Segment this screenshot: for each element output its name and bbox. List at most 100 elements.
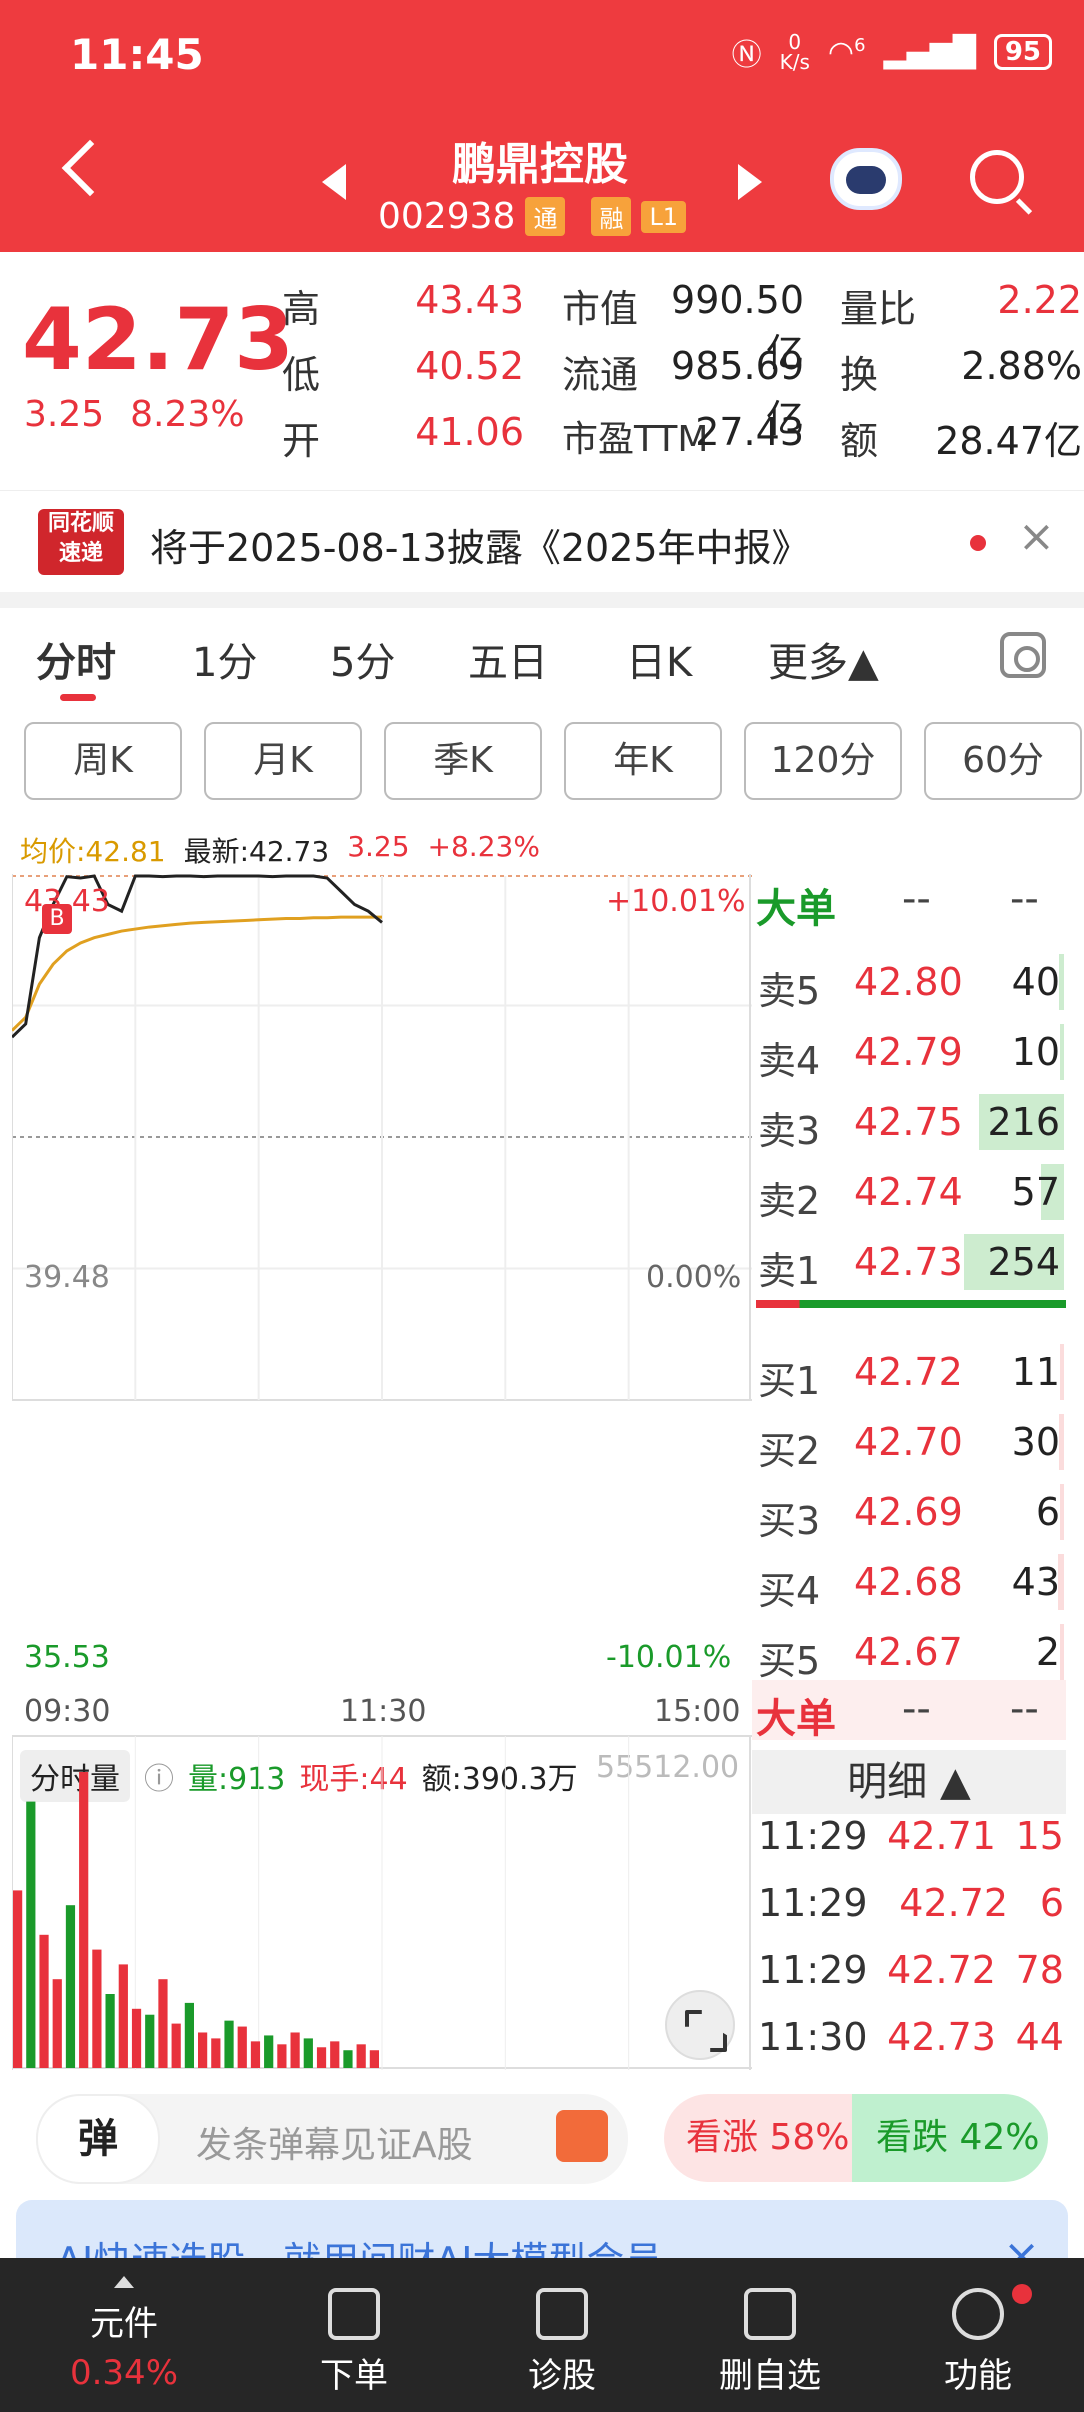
detail-row: 11:29 42.72 78: [758, 1948, 1064, 1992]
amount-label: 额: [840, 419, 879, 463]
tab-more[interactable]: 更多▲: [768, 630, 879, 688]
detail-price: 42.72: [887, 1948, 996, 1992]
net-speed: 0 K/s: [779, 30, 810, 74]
tab-daily-k[interactable]: 日K: [626, 630, 692, 688]
wifi-icon: ◠6: [827, 34, 866, 70]
ths-express-logo: 同花顺 速递: [38, 509, 124, 575]
tab-5min[interactable]: 5分: [330, 630, 395, 688]
tab-5day[interactable]: 五日: [468, 630, 548, 688]
nav-sector[interactable]: 元件 0.34%: [54, 2258, 194, 2393]
minus-icon: [744, 2288, 796, 2340]
volume-bar: [224, 2020, 234, 2068]
tag-l1: L1: [641, 200, 687, 233]
detail-time: 11:30: [758, 2015, 868, 2059]
high-value: 43.43: [415, 278, 524, 322]
settings-icon[interactable]: [1000, 632, 1046, 678]
level-volume: 30: [1011, 1420, 1060, 1464]
status-time: 11:45: [70, 30, 204, 79]
sector-percent: 0.34%: [69, 2353, 178, 2393]
volume-bar: [303, 2038, 313, 2068]
volume-bar: [79, 1772, 89, 2068]
announcement-bar[interactable]: 同花顺 速递 将于2025-08-13披露《2025年中报》 ×: [0, 490, 1084, 590]
volume-bar: [316, 2047, 327, 2068]
avg-price: 均价:42.81: [20, 835, 166, 868]
order-icon: [328, 2288, 380, 2340]
ask-row[interactable]: 卖2 42.74 57: [752, 1160, 1066, 1224]
ask-row[interactable]: 卖4 42.79 10: [752, 1020, 1066, 1084]
ask-row[interactable]: 卖1 42.73 254: [752, 1230, 1066, 1294]
barrage-input[interactable]: 弹 发条弹幕见证A股: [36, 2094, 628, 2184]
big-order-row: 大单 -- --: [756, 876, 1039, 932]
buy-sell-ratio-bar: [756, 1300, 1066, 1308]
tab-timeshare[interactable]: 分时: [36, 630, 116, 688]
ask-depth-bar: [1060, 1024, 1064, 1080]
bid-row[interactable]: 买1 42.72 11: [752, 1340, 1066, 1404]
level-price: 42.70: [854, 1420, 963, 1464]
vote-down-button[interactable]: 看跌 42%: [852, 2094, 1048, 2182]
back-icon[interactable]: [61, 139, 119, 197]
level-price: 42.74: [854, 1170, 963, 1214]
detail-row: 11:30 42.73 44: [758, 2015, 1064, 2059]
period-monthly[interactable]: 月K: [204, 722, 362, 800]
level-label: 卖3: [758, 1109, 821, 1153]
unread-dot: [970, 535, 986, 551]
gift-icon[interactable]: [556, 2110, 608, 2162]
big-order-row-2: 大单 -- --: [752, 1680, 1066, 1742]
volume-bar: [158, 1979, 168, 2068]
nav-diagnose[interactable]: 诊股: [492, 2258, 632, 2397]
bid-row[interactable]: 买5 42.67 2: [752, 1620, 1066, 1684]
period-60min[interactable]: 60分: [924, 722, 1082, 800]
change-amount: 3.25: [24, 394, 105, 435]
search-icon[interactable]: [970, 150, 1024, 204]
announcement-text[interactable]: 将于2025-08-13披露《2025年中报》: [150, 517, 810, 572]
up-arrow-icon: [114, 2276, 134, 2288]
bid-row[interactable]: 买4 42.68 43: [752, 1550, 1066, 1614]
next-stock-icon[interactable]: [738, 164, 762, 200]
level-price: 42.72: [854, 1350, 963, 1394]
detail-row: 11:29 42.72 6: [758, 1881, 1064, 1925]
detail-time: 11:29: [758, 1948, 868, 1992]
tab-1min[interactable]: 1分: [192, 630, 257, 688]
tag-tong: 通: [525, 197, 566, 236]
turnover-label: 换: [840, 353, 879, 397]
intraday-chart[interactable]: [12, 874, 752, 1686]
y-bot-label: 35.53: [24, 1640, 110, 1675]
chart-grid: [12, 874, 752, 1401]
period-120min[interactable]: 120分: [744, 722, 902, 800]
change-percent: 8.23%: [130, 394, 245, 435]
volume-bar: [118, 1964, 128, 2068]
barrage-icon[interactable]: 弹: [36, 2094, 160, 2184]
nav-functions[interactable]: 功能: [908, 2258, 1048, 2397]
bid-row[interactable]: 买3 42.69 6: [752, 1480, 1066, 1544]
volume-bar: [131, 2008, 142, 2068]
close-icon[interactable]: ×: [1018, 511, 1055, 562]
barrage-placeholder: 发条弹幕见证A股: [196, 2125, 473, 2166]
volume-bar: [171, 2023, 181, 2068]
volume-bar: [198, 2032, 208, 2068]
volume-bar: [145, 2014, 155, 2068]
period-yearly[interactable]: 年K: [564, 722, 722, 800]
level-volume: 254: [987, 1240, 1060, 1284]
level-price: 42.75: [854, 1100, 963, 1144]
vote-up-button[interactable]: 看涨 58%: [664, 2094, 860, 2182]
bid-row[interactable]: 买2 42.70 30: [752, 1410, 1066, 1474]
level-price: 42.73: [854, 1240, 963, 1284]
ask-row[interactable]: 卖5 42.80 40: [752, 950, 1066, 1014]
nav-order[interactable]: 下单: [284, 2258, 424, 2397]
nav-remove-watch[interactable]: 删自选: [700, 2258, 840, 2397]
volume-ratio-label: 量比: [840, 287, 917, 331]
level-volume: 216: [987, 1100, 1060, 1144]
level-volume: 57: [1011, 1170, 1060, 1214]
ai-robot-icon[interactable]: [830, 148, 902, 210]
ask-row[interactable]: 卖3 42.75 216: [752, 1090, 1066, 1154]
period-weekly[interactable]: 周K: [24, 722, 182, 800]
prev-stock-icon[interactable]: [322, 164, 346, 200]
period-quarterly[interactable]: 季K: [384, 722, 542, 800]
diagnose-icon: [536, 2288, 588, 2340]
detail-header[interactable]: 明细 ▲: [752, 1750, 1066, 1814]
level-volume: 11: [1011, 1350, 1060, 1394]
detail-row: 11:29 42.71 15: [758, 1814, 1064, 1858]
level-label: 买5: [758, 1639, 821, 1683]
pe-label: 市盈TTM: [562, 419, 709, 460]
volume-bar: [369, 2050, 379, 2068]
